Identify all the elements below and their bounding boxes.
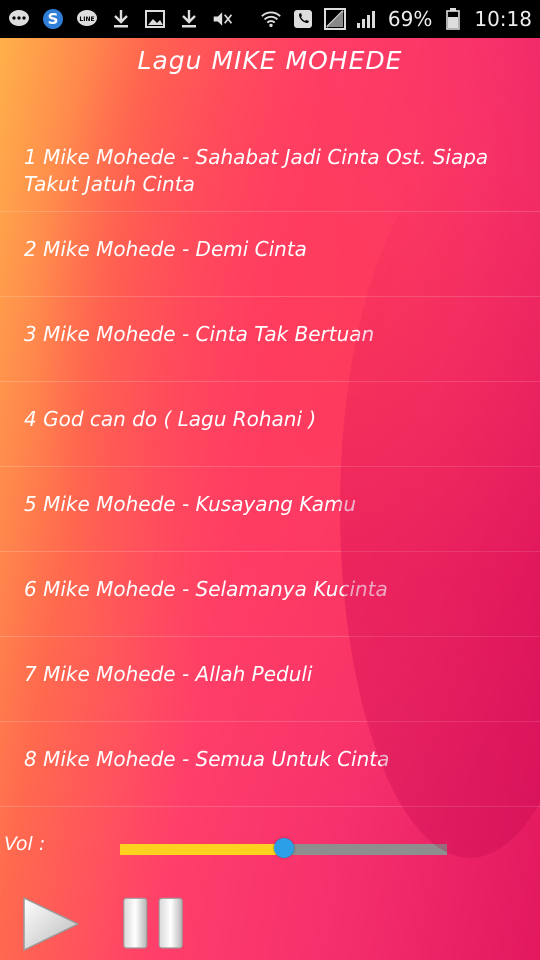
status-bar: S LINE 69% 10:18: [0, 0, 540, 38]
page-title: Lagu MIKE MOHEDE: [137, 46, 403, 75]
clock: 10:18: [474, 7, 532, 31]
play-button[interactable]: [20, 894, 82, 954]
s-app-icon: S: [42, 8, 64, 30]
wifi-icon: [260, 8, 282, 30]
nosignal-icon: [323, 8, 346, 30]
song-list: 1 Mike Mohede - Sahabat Jadi Cinta Ost. …: [0, 120, 540, 807]
battery-percent: 69%: [387, 7, 433, 31]
mute-icon: [212, 8, 234, 30]
phone-icon: [292, 8, 314, 30]
signal-icon: [356, 8, 378, 30]
download-icon: [110, 8, 132, 30]
song-item-3[interactable]: 3 Mike Mohede - Cinta Tak Bertuan: [0, 297, 540, 382]
song-item-2[interactable]: 2 Mike Mohede - Demi Cinta: [0, 212, 540, 297]
song-item-6[interactable]: 6 Mike Mohede - Selamanya Kucinta: [0, 552, 540, 637]
image-icon: [144, 8, 166, 30]
music-app: Lagu MIKE MOHEDE 1 Mike Mohede - Sahabat…: [0, 38, 540, 960]
play-icon: [23, 897, 79, 951]
song-item-4[interactable]: 4 God can do ( Lagu Rohani ): [0, 382, 540, 467]
volume-fill: [120, 844, 284, 855]
song-item-8[interactable]: 8 Mike Mohede - Semua Untuk Cinta: [0, 722, 540, 807]
song-item-1[interactable]: 1 Mike Mohede - Sahabat Jadi Cinta Ost. …: [0, 120, 540, 212]
download-icon: [178, 8, 200, 30]
line-app-icon: LINE: [76, 8, 98, 30]
volume-label: Vol :: [4, 833, 46, 855]
svg-text:LINE: LINE: [79, 16, 94, 23]
song-item-5[interactable]: 5 Mike Mohede - Kusayang Kamu: [0, 467, 540, 552]
chat-bubble-icon: [8, 8, 30, 30]
song-item-7[interactable]: 7 Mike Mohede - Allah Peduli: [0, 637, 540, 722]
pause-icon: [123, 897, 183, 949]
playback-controls: [20, 894, 184, 954]
svg-text:S: S: [48, 10, 59, 28]
volume-slider[interactable]: [120, 838, 447, 860]
battery-icon: [442, 8, 464, 30]
pause-button[interactable]: [122, 894, 184, 954]
volume-thumb[interactable]: [273, 838, 294, 858]
